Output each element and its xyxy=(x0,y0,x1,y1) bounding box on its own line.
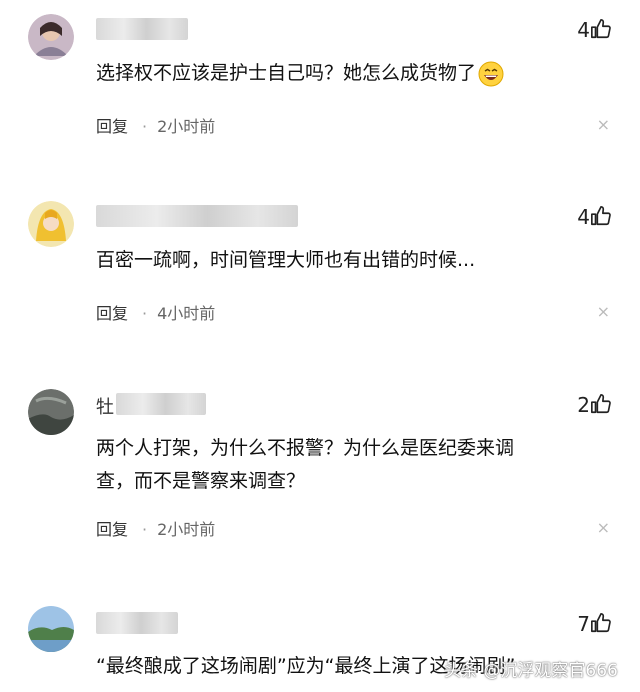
comment-text-line: 两个人打架，为什么不报警？为什么是医纪委来调 xyxy=(96,437,515,459)
username-blurred[interactable] xyxy=(96,205,298,227)
close-icon[interactable]: × xyxy=(597,115,610,134)
like-count: 7 xyxy=(577,612,590,636)
avatar[interactable] xyxy=(28,389,74,435)
reply-button[interactable]: 回复 xyxy=(96,117,128,136)
comment-text: 百密一疏啊，时间管理大师也有出错的时候... xyxy=(96,249,476,271)
thumbs-up-icon[interactable] xyxy=(590,18,612,40)
watermark: 头条 @沉浮观察官666 xyxy=(444,661,618,681)
avatar[interactable] xyxy=(28,14,74,60)
comment-text: 两个人打架，为什么不报警？为什么是医纪委来调 查，而不是警察来调查？ xyxy=(96,432,596,498)
timestamp: 2小时前 xyxy=(157,117,216,136)
avatar[interactable] xyxy=(28,606,74,652)
close-icon[interactable]: × xyxy=(597,518,610,537)
thumbs-up-icon[interactable] xyxy=(590,205,612,227)
comment-meta: 回复 · 4小时前 xyxy=(96,300,215,324)
separator-dot: · xyxy=(142,520,148,539)
comment-text-line: 查，而不是警察来调查？ xyxy=(96,470,306,492)
avatar[interactable] xyxy=(28,201,74,247)
username-blurred[interactable] xyxy=(96,18,188,40)
username-blurred[interactable] xyxy=(116,393,206,415)
thumbs-up-icon[interactable] xyxy=(590,393,612,415)
comment-text: 选择权不应该是护士自己吗？她怎么成货物了 xyxy=(96,57,596,90)
timestamp: 4小时前 xyxy=(157,304,216,323)
separator-dot: · xyxy=(142,304,148,323)
like-count: 4 xyxy=(577,205,590,229)
timestamp: 2小时前 xyxy=(157,520,216,539)
like-count: 4 xyxy=(577,18,590,42)
thumbs-up-icon[interactable] xyxy=(590,612,612,634)
separator-dot: · xyxy=(142,117,148,136)
comment-meta: 回复 · 2小时前 xyxy=(96,113,215,137)
username-prefix[interactable]: 牡 xyxy=(96,393,114,419)
comment-meta: 回复 · 2小时前 xyxy=(96,516,215,540)
like-count: 2 xyxy=(577,393,590,417)
close-icon[interactable]: × xyxy=(597,302,610,321)
grin-emoji-icon xyxy=(478,61,504,87)
reply-button[interactable]: 回复 xyxy=(96,520,128,539)
reply-button[interactable]: 回复 xyxy=(96,304,128,323)
username-blurred[interactable] xyxy=(96,612,178,634)
